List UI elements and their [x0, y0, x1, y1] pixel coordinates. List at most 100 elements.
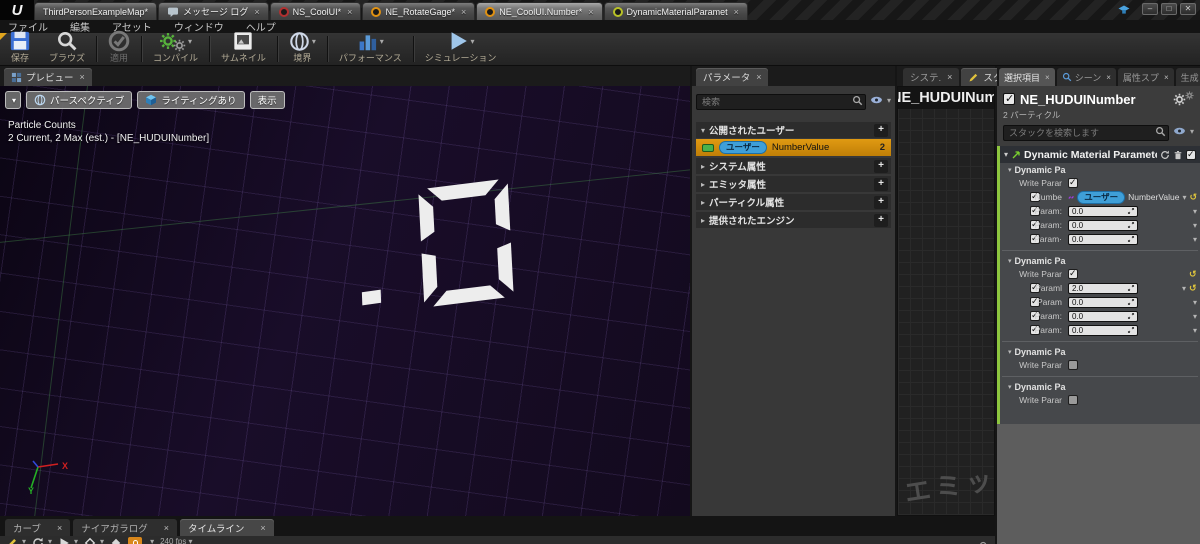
section-particle-attributes[interactable]: ▸ パーティクル属性 + — [696, 194, 891, 210]
add-parameter-button[interactable]: + — [874, 177, 888, 191]
parameter-row-numbervalue-selected[interactable]: ユーザー NumberValue 2 — [696, 139, 891, 156]
close-icon[interactable] — [57, 523, 62, 533]
property-group[interactable]: ▾ Dynamic Pa — [1000, 254, 1200, 267]
simulation-button[interactable]: ▾ シミュレーション — [416, 32, 506, 65]
play-options-button[interactable]: ▾ — [58, 537, 78, 544]
tab-generated[interactable]: 生成され — [1175, 68, 1200, 86]
reset-to-default-icon[interactable]: ↺ — [1189, 283, 1197, 294]
expand-input-icon[interactable] — [1127, 326, 1135, 334]
property-group[interactable]: ▾ Dynamic Pa — [1000, 163, 1200, 176]
tab-system-overview[interactable]: システ. — [903, 68, 960, 86]
close-button[interactable]: ✕ — [1180, 3, 1196, 15]
tab-scene[interactable]: シーン — [1056, 68, 1116, 86]
module-enabled-checkbox[interactable] — [1186, 149, 1196, 160]
apply-button[interactable]: 適用 — [99, 30, 139, 65]
tab-dynamicmaterialparam[interactable]: DynamicMaterialParamet — [603, 2, 748, 20]
section-published-users[interactable]: ▾ 公開されたユーザー + — [696, 122, 891, 138]
chevron-down-icon[interactable]: ▾ — [471, 37, 475, 46]
module-dynamic-material-parameters[interactable]: ▾ Dynamic Material Parameters — [1000, 146, 1200, 163]
dropdown-arrow-icon[interactable]: ▾ — [1193, 207, 1197, 216]
emitter-node-title[interactable]: NE_HUDUINumber — [898, 87, 994, 109]
chevron-down-icon[interactable]: ▾ — [312, 37, 316, 46]
close-icon[interactable] — [461, 7, 466, 17]
write-param-checkbox[interactable] — [1068, 177, 1078, 188]
section-system-attributes[interactable]: ▸ システム属性 + — [696, 158, 891, 174]
stack-search-input[interactable] — [1003, 125, 1169, 141]
property-group[interactable]: ▾ Dynamic Pa — [1000, 380, 1200, 393]
dropdown-arrow-icon[interactable]: ▾ — [1193, 221, 1197, 230]
property-group[interactable]: ▾ Dynamic Pa — [1000, 345, 1200, 358]
tab-parameters[interactable]: パラメータ — [696, 68, 769, 86]
close-icon[interactable] — [164, 523, 169, 533]
tutorial-hat-icon[interactable] — [1118, 4, 1130, 15]
tab-niagara-log[interactable]: ナイアガラログ — [73, 519, 177, 536]
compile-button[interactable]: ▾ コンパイル — [144, 32, 207, 65]
tab-thirdpersonexamplemap[interactable]: ThirdPersonExampleMap* — [34, 2, 158, 20]
close-icon[interactable] — [347, 7, 352, 17]
loop-mode-button[interactable]: ▾ — [32, 537, 52, 544]
number-input[interactable]: 0.0 — [1068, 310, 1138, 322]
dropdown-arrow-icon[interactable]: ▾ — [1182, 284, 1186, 293]
expand-input-icon[interactable] — [1127, 221, 1135, 229]
dropdown-arrow-icon[interactable]: ▾ — [1193, 326, 1197, 335]
add-parameter-button[interactable]: + — [874, 195, 888, 209]
tab-curves[interactable]: カーブ — [5, 519, 71, 536]
number-input[interactable]: 0.0 — [1068, 205, 1138, 217]
viewport-options-button[interactable]: ▾ — [5, 91, 22, 109]
tab-ne-coolui-number[interactable]: NE_CoolUI.Number* — [476, 2, 603, 20]
reset-to-default-icon[interactable]: ↺ — [1189, 269, 1197, 280]
number-input[interactable]: 2.0 — [1068, 282, 1138, 294]
browse-button[interactable]: ブラウズ — [40, 31, 94, 65]
number-input[interactable]: 0.0 — [1068, 324, 1138, 336]
stack-view-options-button[interactable]: ▾ — [1173, 125, 1194, 137]
tab-ne-rotategage[interactable]: NE_RotateGage* — [362, 2, 476, 20]
close-icon[interactable] — [756, 72, 761, 82]
expand-input-icon[interactable] — [1127, 235, 1135, 243]
number-input[interactable]: 0.0 — [1068, 219, 1138, 231]
thumbnail-button[interactable]: サムネイル — [212, 32, 275, 65]
expand-input-icon[interactable] — [1127, 284, 1135, 292]
expand-input-icon[interactable] — [1127, 312, 1135, 320]
fps-selector[interactable]: 240 fps ▾ — [160, 537, 193, 544]
add-parameter-button[interactable]: + — [874, 159, 888, 173]
close-icon[interactable] — [588, 7, 593, 17]
perspective-button[interactable]: パースペクティブ — [26, 91, 133, 109]
add-key-button[interactable] — [128, 537, 143, 544]
show-button[interactable]: 表示 — [249, 91, 285, 109]
expand-input-icon[interactable] — [1127, 298, 1135, 306]
dropdown-arrow-icon[interactable]: ▾ — [1193, 235, 1197, 244]
keyframe-options-button[interactable]: ▾ — [84, 537, 104, 544]
curve-tool-button[interactable]: ▾ — [6, 537, 26, 544]
write-param-checkbox[interactable] — [1068, 268, 1078, 279]
close-icon[interactable] — [1106, 73, 1111, 82]
close-icon[interactable] — [254, 7, 259, 17]
chevron-down-icon[interactable]: ▾ — [188, 37, 192, 46]
tab-timeline[interactable]: タイムライン — [179, 519, 274, 536]
close-icon[interactable] — [947, 72, 952, 82]
number-input[interactable]: 0.0 — [1068, 296, 1138, 308]
bounds-button[interactable]: ▾ 境界 — [280, 31, 325, 65]
section-emitter-attributes[interactable]: ▸ エミッタ属性 + — [696, 176, 891, 192]
emitter-enabled-checkbox[interactable] — [1003, 92, 1015, 105]
add-parameter-button[interactable]: + — [874, 213, 888, 227]
node-graph-canvas[interactable]: NE_HUDUINumber エミッ — [897, 86, 995, 516]
close-icon[interactable] — [1045, 73, 1050, 82]
search-input[interactable] — [696, 94, 866, 110]
reset-to-default-icon[interactable]: ↺ — [1189, 192, 1197, 203]
timeline-corner-icon[interactable] — [979, 537, 989, 544]
close-icon[interactable] — [1164, 73, 1169, 82]
dropdown-arrow-icon[interactable]: ▾ — [1193, 298, 1197, 307]
close-icon[interactable] — [734, 7, 739, 17]
delete-module-icon[interactable] — [1173, 150, 1183, 160]
maximize-button[interactable]: □ — [1161, 3, 1177, 15]
minimize-button[interactable]: – — [1142, 3, 1158, 15]
section-engine-provided[interactable]: ▸ 提供されたエンジン + — [696, 212, 891, 228]
close-icon[interactable] — [80, 72, 85, 82]
write-param-checkbox[interactable] — [1068, 360, 1078, 370]
viewport-3d-canvas[interactable]: ▾ パースペクティブ ライティングあり 表示 Particle Counts 2… — [0, 86, 690, 516]
tab-attribute-spreadsheet[interactable]: 属性スプ — [1117, 68, 1174, 86]
refresh-icon[interactable] — [1160, 149, 1170, 160]
dropdown-arrow-icon[interactable]: ▾ — [1182, 193, 1186, 202]
view-options-button[interactable]: ▾ — [870, 94, 891, 106]
expand-input-icon[interactable] — [1127, 207, 1135, 215]
